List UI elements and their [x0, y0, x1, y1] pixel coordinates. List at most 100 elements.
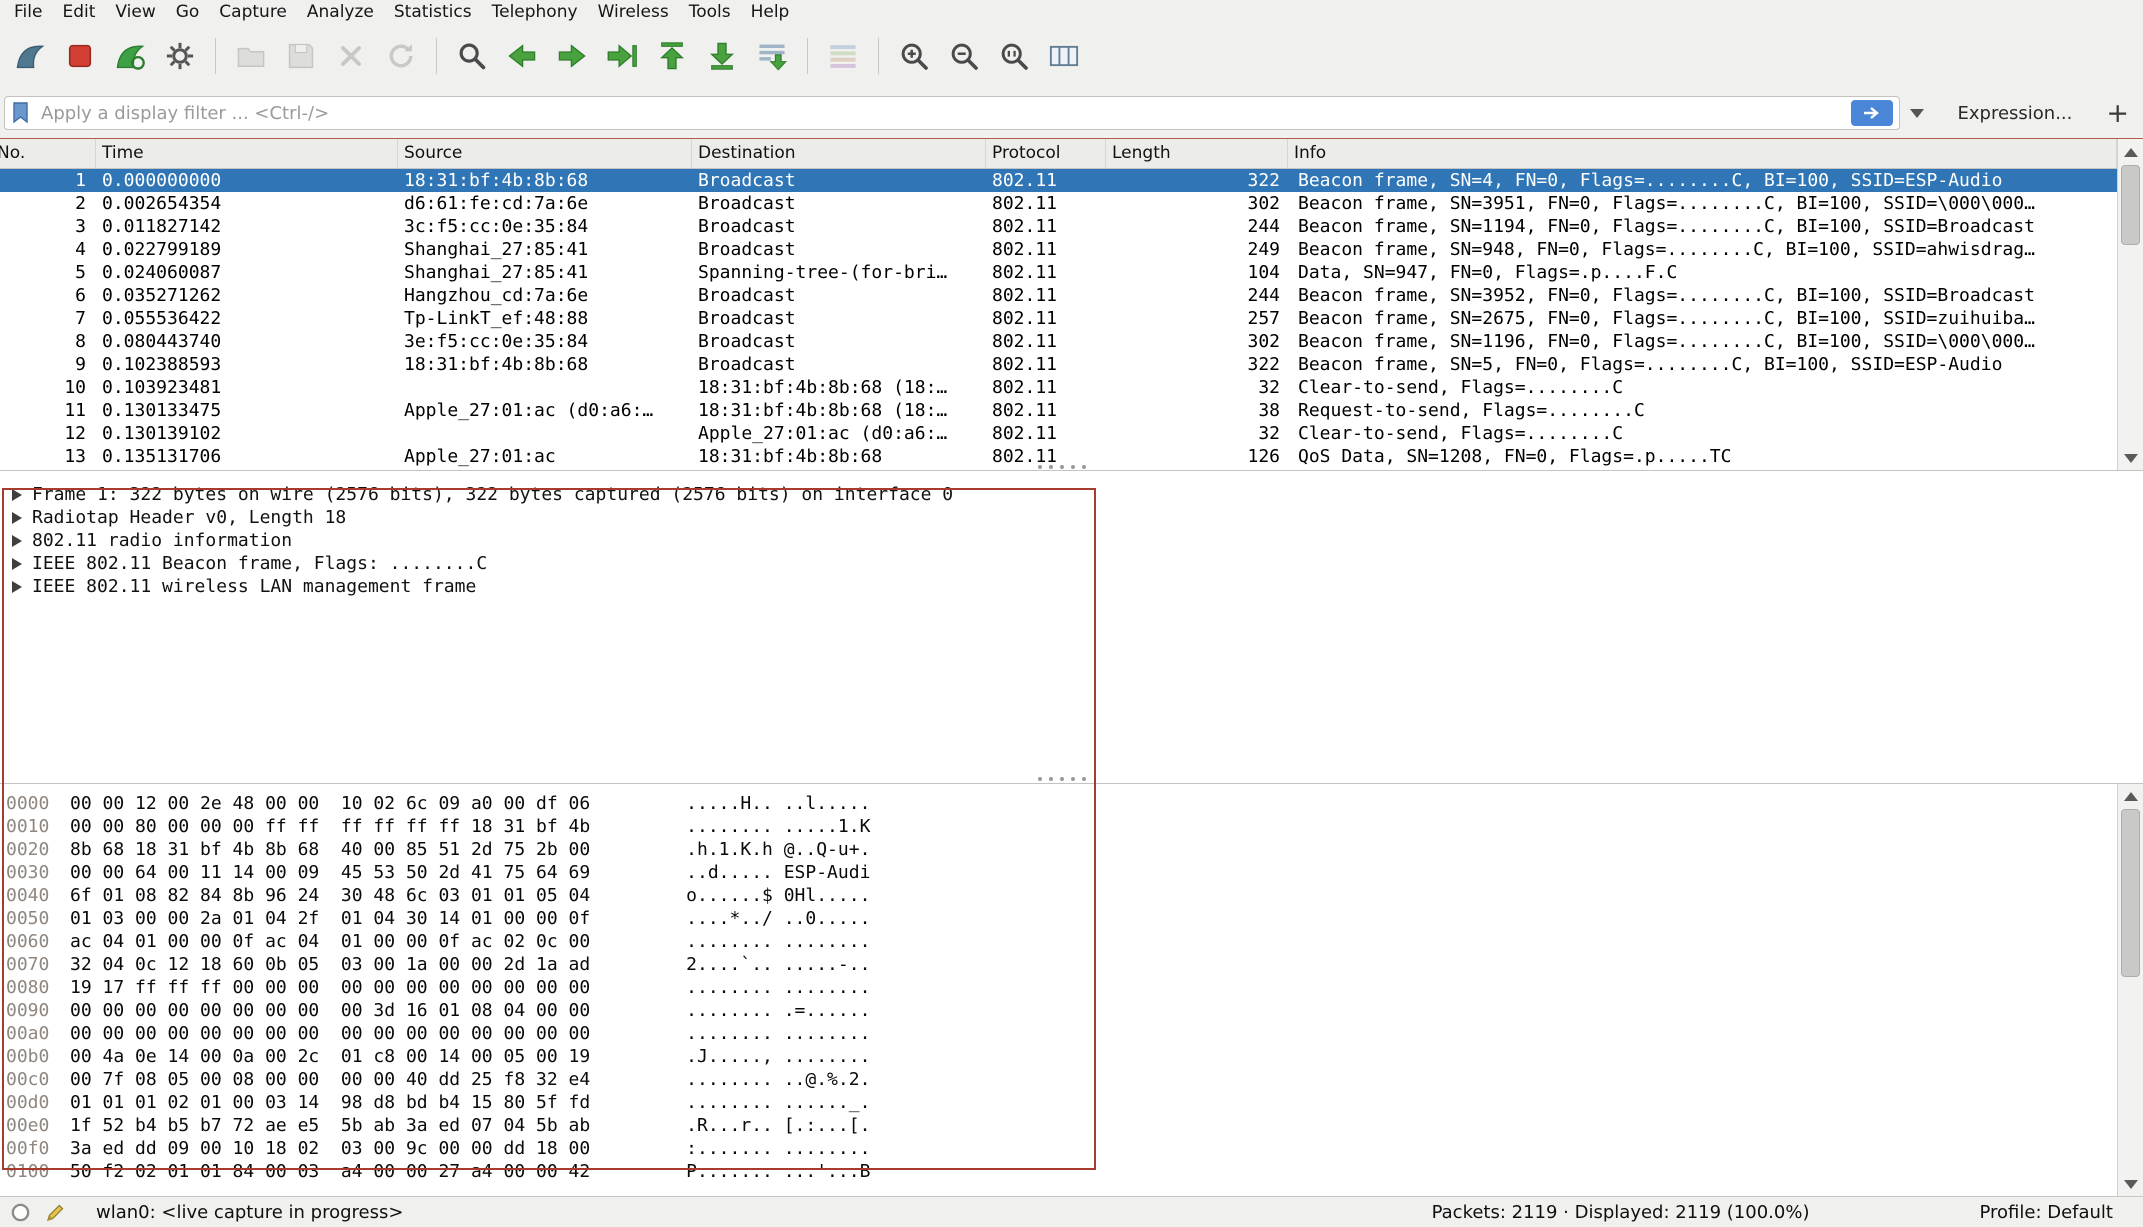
menu-go[interactable]: Go	[166, 1, 210, 23]
go-last-button[interactable]	[700, 34, 744, 78]
auto-scroll-button[interactable]	[750, 34, 794, 78]
expression-button[interactable]: Expression...	[1958, 103, 2073, 124]
colorize-button[interactable]	[821, 34, 865, 78]
hex-row-00b0[interactable]: 00b000 4a 0e 14 00 0a 00 2c 01 c8 00 14 …	[6, 1045, 2143, 1068]
column-header-time[interactable]: Time	[96, 139, 398, 168]
hex-row-0060[interactable]: 0060ac 04 01 00 00 0f ac 04 01 00 00 0f …	[6, 930, 2143, 953]
detail-line[interactable]: Radiotap Header v0, Length 18	[8, 506, 2143, 529]
go-forward-button[interactable]	[550, 34, 594, 78]
menu-tools[interactable]: Tools	[679, 1, 741, 23]
resize-columns-button[interactable]	[1042, 34, 1086, 78]
scroll-up-icon[interactable]	[2118, 784, 2143, 808]
scroll-down-icon[interactable]	[2118, 446, 2143, 470]
column-header-no[interactable]: No.	[0, 139, 96, 168]
packet-list-header: No.TimeSourceDestinationProtocolLengthIn…	[0, 139, 2117, 169]
resize-columns-icon	[1048, 40, 1080, 72]
packet-row-1[interactable]: 10.00000000018:31:bf:4b:8b:68Broadcast80…	[0, 169, 2117, 192]
zoom-in-button[interactable]	[892, 34, 936, 78]
column-header-protocol[interactable]: Protocol	[986, 139, 1106, 168]
bytes-scrollbar[interactable]	[2117, 783, 2143, 1196]
hex-row-0010[interactable]: 001000 00 80 00 00 00 ff ff ff ff ff ff …	[6, 815, 2143, 838]
detail-line[interactable]: IEEE 802.11 Beacon frame, Flags: .......…	[8, 552, 2143, 575]
hex-row-0100[interactable]: 010050 f2 02 01 01 84 00 03 a4 00 00 27 …	[6, 1160, 2143, 1183]
hex-row-0020[interactable]: 00208b 68 18 31 bf 4b 8b 68 40 00 85 51 …	[6, 838, 2143, 861]
detail-line[interactable]: 802.11 radio information	[8, 529, 2143, 552]
start-capture-button[interactable]	[8, 34, 52, 78]
packet-row-7[interactable]: 70.055536422Tp-LinkT_ef:48:88Broadcast80…	[0, 307, 2117, 330]
capture-options-button[interactable]	[158, 34, 202, 78]
packet-row-11[interactable]: 110.130133475Apple_27:01:ac (d0:a6:…18:3…	[0, 399, 2117, 422]
hex-row-0050[interactable]: 005001 03 00 00 2a 01 04 2f 01 04 30 14 …	[6, 907, 2143, 930]
go-first-button[interactable]	[650, 34, 694, 78]
packet-list-rows: 10.00000000018:31:bf:4b:8b:68Broadcast80…	[0, 169, 2117, 468]
menu-view[interactable]: View	[105, 1, 165, 23]
menu-help[interactable]: Help	[741, 1, 800, 23]
packet-row-5[interactable]: 50.024060087Shanghai_27:85:41Spanning-tr…	[0, 261, 2117, 284]
scrollbar-thumb[interactable]	[2121, 809, 2140, 977]
column-header-length[interactable]: Length	[1106, 139, 1288, 168]
packet-row-9[interactable]: 90.10238859318:31:bf:4b:8b:68Broadcast80…	[0, 353, 2117, 376]
menu-analyze[interactable]: Analyze	[297, 1, 384, 23]
add-filter-button[interactable]: +	[2106, 100, 2129, 127]
display-filter-input[interactable]	[41, 103, 1843, 124]
menu-edit[interactable]: Edit	[52, 1, 105, 23]
menu-statistics[interactable]: Statistics	[384, 1, 482, 23]
hex-row-0080[interactable]: 008019 17 ff ff ff 00 00 00 00 00 00 00 …	[6, 976, 2143, 999]
display-filter-field[interactable]	[4, 96, 1900, 130]
menu-file[interactable]: File	[4, 1, 52, 23]
expand-arrow-icon[interactable]	[12, 489, 22, 501]
expand-arrow-icon[interactable]	[12, 558, 22, 570]
packet-row-2[interactable]: 20.002654354d6:61:fe:cd:7a:6eBroadcast80…	[0, 192, 2117, 215]
packet-list-scrollbar[interactable]	[2117, 139, 2143, 470]
filter-bookmark-icon[interactable]	[11, 101, 33, 125]
column-header-source[interactable]: Source	[398, 139, 692, 168]
hex-row-00c0[interactable]: 00c000 7f 08 05 00 08 00 00 00 00 40 dd …	[6, 1068, 2143, 1091]
reload-file-button	[379, 34, 423, 78]
stop-capture-button[interactable]	[58, 34, 102, 78]
find-packet-button[interactable]	[450, 34, 494, 78]
packet-row-12[interactable]: 120.130139102Apple_27:01:ac (d0:a6:…802.…	[0, 422, 2117, 445]
scrollbar-thumb[interactable]	[2121, 165, 2140, 245]
hex-row-0030[interactable]: 003000 00 64 00 11 14 00 09 45 53 50 2d …	[6, 861, 2143, 884]
packet-row-10[interactable]: 100.10392348118:31:bf:4b:8b:68 (18:…802.…	[0, 376, 2117, 399]
detail-line[interactable]: Frame 1: 322 bytes on wire (2576 bits), …	[8, 483, 2143, 506]
zoom-reset-button[interactable]	[992, 34, 1036, 78]
column-header-destination[interactable]: Destination	[692, 139, 986, 168]
zoom-out-button[interactable]	[942, 34, 986, 78]
packet-row-4[interactable]: 40.022799189Shanghai_27:85:41Broadcast80…	[0, 238, 2117, 261]
expand-arrow-icon[interactable]	[12, 535, 22, 547]
expand-arrow-icon[interactable]	[12, 512, 22, 524]
menu-telephony[interactable]: Telephony	[482, 1, 588, 23]
expand-arrow-icon[interactable]	[12, 581, 22, 593]
toolbar-separator	[807, 38, 808, 74]
open-file-button	[229, 34, 273, 78]
hex-row-0090[interactable]: 009000 00 00 00 00 00 00 00 00 3d 16 01 …	[6, 999, 2143, 1022]
packet-counts-text: Packets: 2119 · Displayed: 2119 (100.0%)	[1432, 1202, 1810, 1223]
hex-row-00e0[interactable]: 00e01f 52 b4 b5 b7 72 ae e5 5b ab 3a ed …	[6, 1114, 2143, 1137]
column-header-info[interactable]: Info	[1288, 139, 2117, 168]
go-to-packet-button[interactable]	[600, 34, 644, 78]
go-back-button[interactable]	[500, 34, 544, 78]
filter-history-chevron[interactable]	[1910, 109, 1924, 118]
packet-row-3[interactable]: 30.0118271423c:f5:cc:0e:35:84Broadcast80…	[0, 215, 2117, 238]
scroll-up-icon[interactable]	[2118, 140, 2143, 164]
packet-row-6[interactable]: 60.035271262Hangzhou_cd:7a:6eBroadcast80…	[0, 284, 2117, 307]
hex-row-00f0[interactable]: 00f03a ed dd 09 00 10 18 02 03 00 9c 00 …	[6, 1137, 2143, 1160]
detail-line[interactable]: IEEE 802.11 wireless LAN management fram…	[8, 575, 2143, 598]
scroll-down-icon[interactable]	[2118, 1172, 2143, 1196]
packet-row-8[interactable]: 80.0804437403e:f5:cc:0e:35:84Broadcast80…	[0, 330, 2117, 353]
apply-filter-button[interactable]	[1851, 100, 1893, 126]
hex-row-0070[interactable]: 007032 04 0c 12 18 60 0b 05 03 00 1a 00 …	[6, 953, 2143, 976]
splitter-handle[interactable]	[1026, 465, 1098, 470]
menu-wireless[interactable]: Wireless	[588, 1, 679, 23]
profile-text[interactable]: Profile: Default	[1979, 1202, 2113, 1223]
expert-info-icon[interactable]	[10, 1202, 31, 1223]
hex-row-00a0[interactable]: 00a000 00 00 00 00 00 00 00 00 00 00 00 …	[6, 1022, 2143, 1045]
hex-row-0040[interactable]: 00406f 01 08 82 84 8b 96 24 30 48 6c 03 …	[6, 884, 2143, 907]
menu-capture[interactable]: Capture	[209, 1, 297, 23]
capture-comment-icon[interactable]	[45, 1202, 66, 1223]
splitter-handle[interactable]	[1026, 777, 1098, 782]
restart-capture-button[interactable]	[108, 34, 152, 78]
hex-row-0000[interactable]: 000000 00 12 00 2e 48 00 00 10 02 6c 09 …	[6, 792, 2143, 815]
hex-row-00d0[interactable]: 00d001 01 01 02 01 00 03 14 98 d8 bd b4 …	[6, 1091, 2143, 1114]
